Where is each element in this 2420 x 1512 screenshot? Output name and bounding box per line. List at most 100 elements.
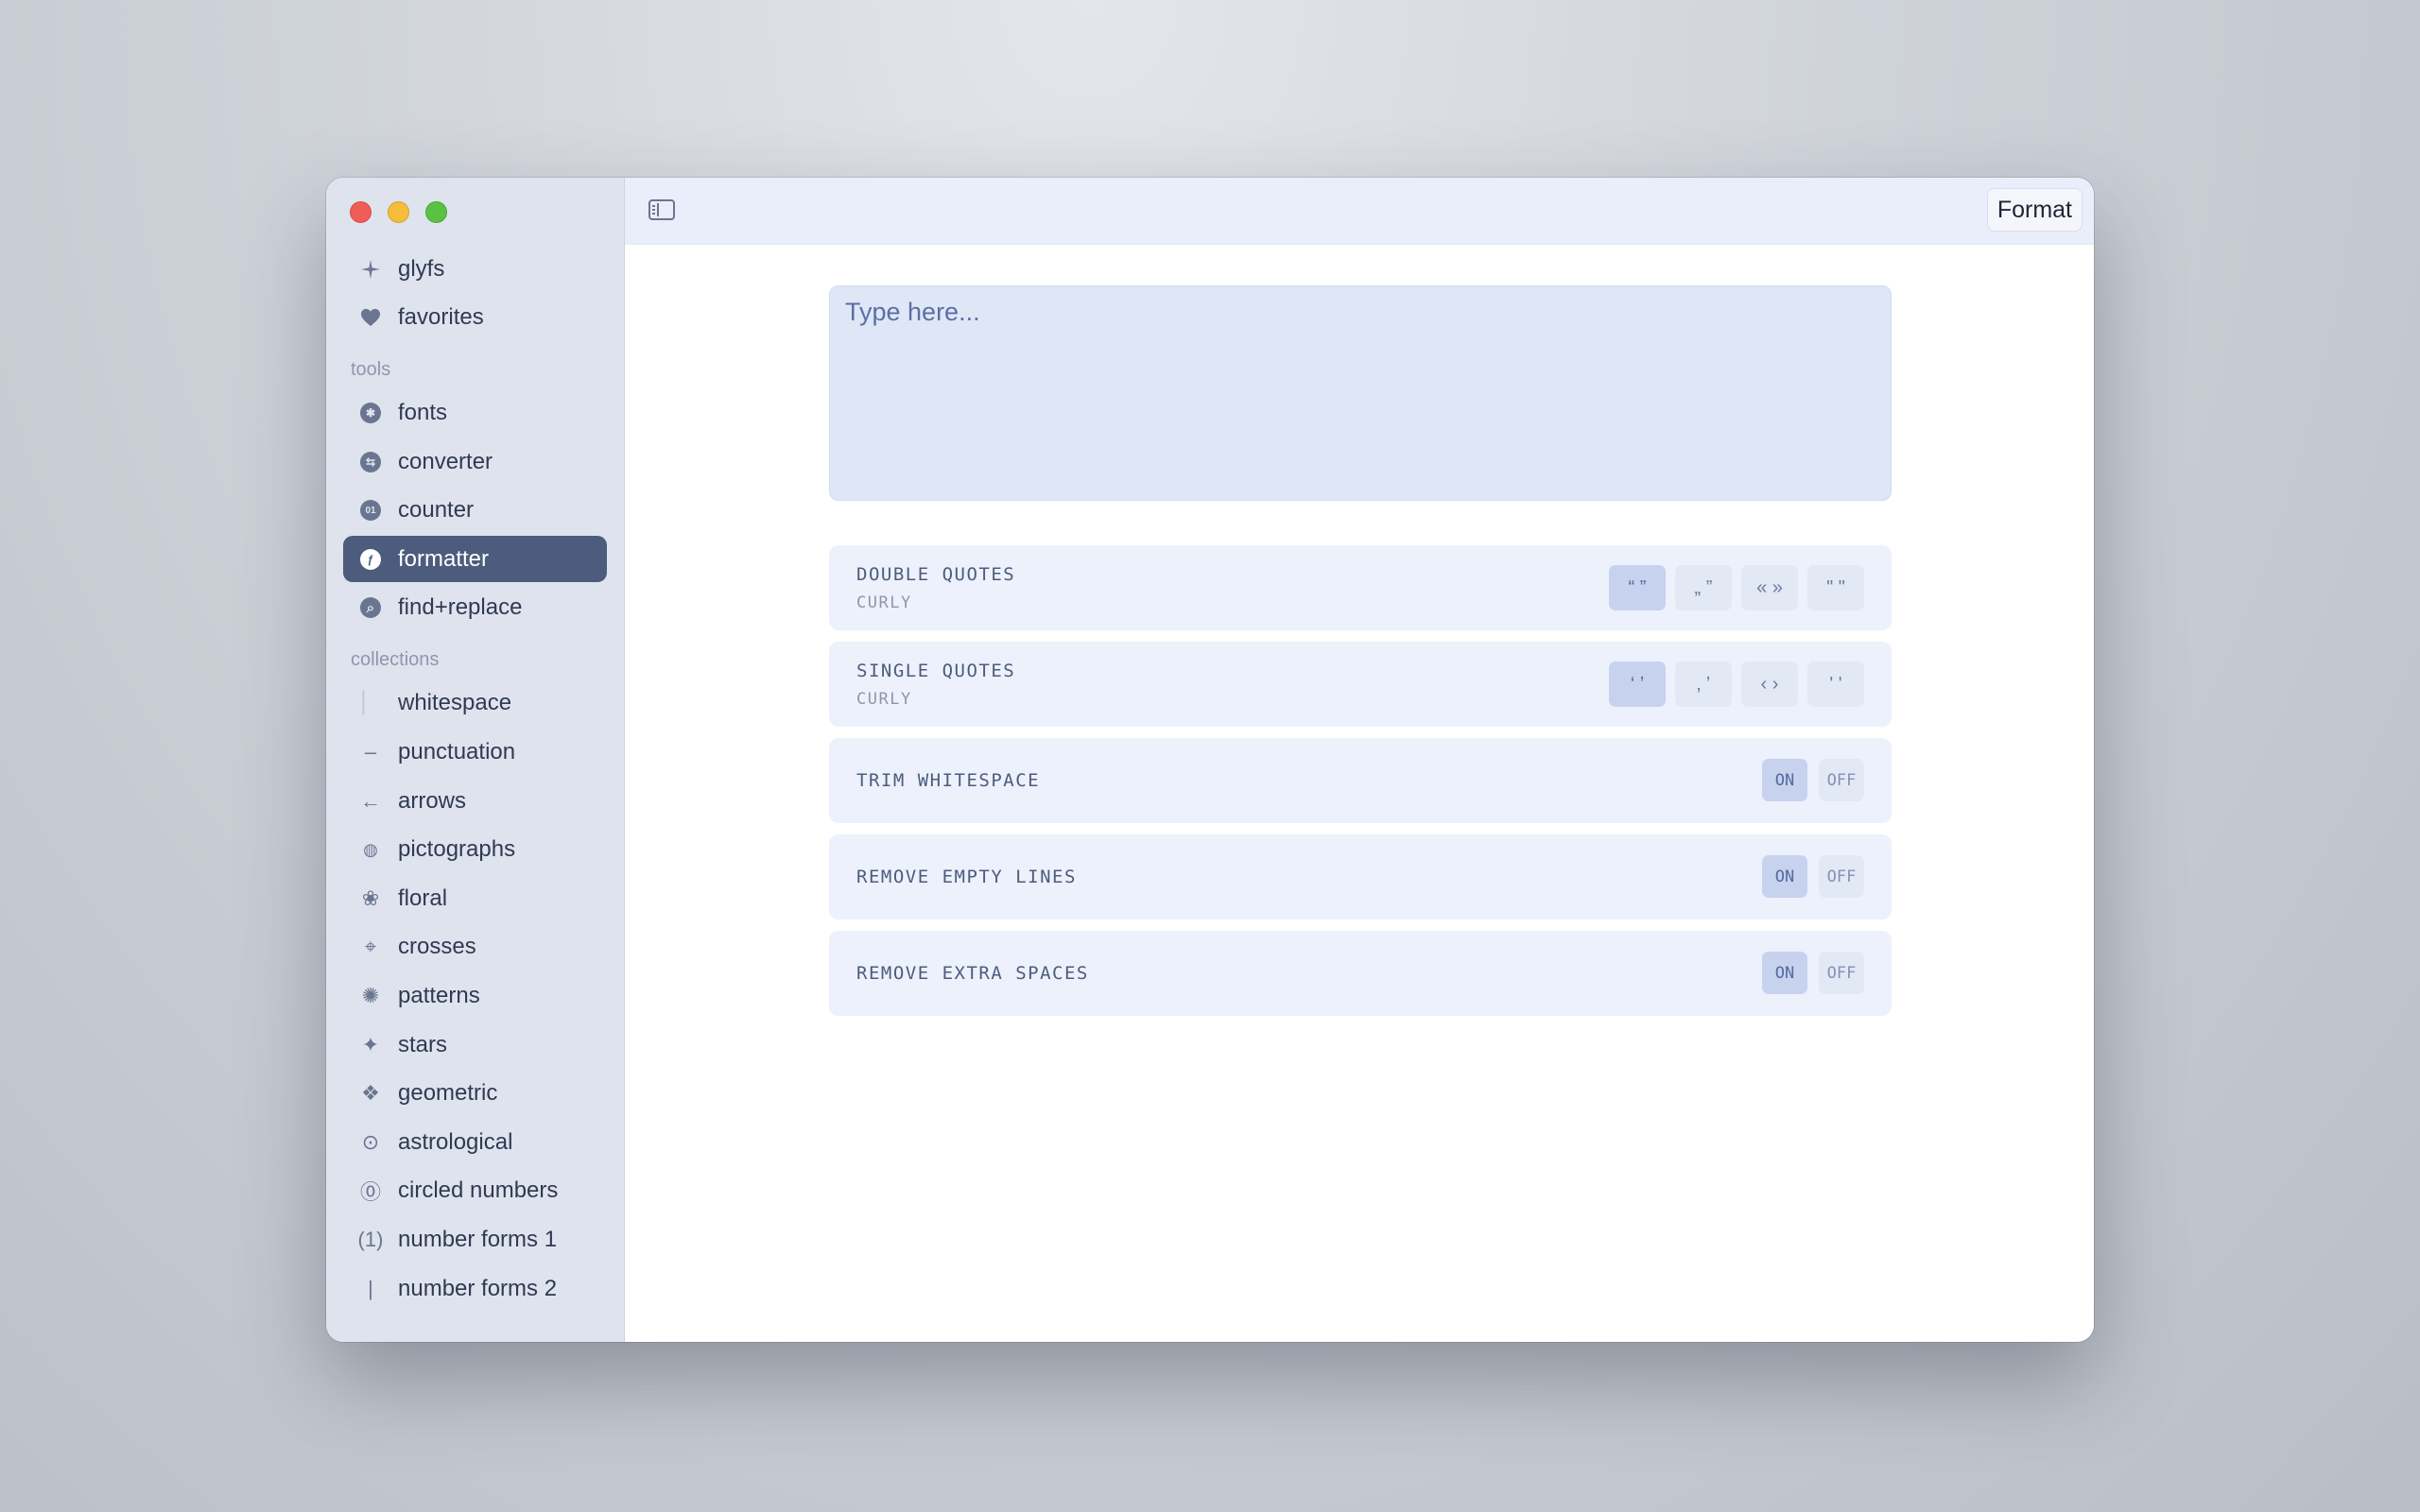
swap-circle-icon: ⇆ <box>343 451 398 472</box>
sidebar-item-formatter[interactable]: ƒ formatter <box>343 536 607 583</box>
f-circle-icon: ƒ <box>343 548 398 570</box>
sidebar-item-floral[interactable]: ❀ floral <box>343 875 607 921</box>
sidebar-item-number-forms-2[interactable]: | number forms 2 <box>343 1265 607 1312</box>
trim-whitespace-on[interactable]: ON <box>1762 759 1807 801</box>
formatter-content: DOUBLE QUOTES CURLY “ ” „ ” « » " " SING… <box>829 285 1892 1027</box>
sidebar-item-patterns[interactable]: ✺ patterns <box>343 973 607 1020</box>
double-quote-option-curly[interactable]: “ ” <box>1609 565 1666 610</box>
sidebar-item-label: whitespace <box>398 690 512 716</box>
asterisk-circle-icon: ✱ <box>343 403 398 424</box>
sidebar-item-label: astrological <box>398 1128 513 1155</box>
main-panel: Format DOUBLE QUOTES CURLY “ ” „ ” « » "… <box>625 178 2094 1342</box>
flower-icon: ❀ <box>361 885 380 910</box>
arrow-left-icon: ← <box>360 788 381 813</box>
app-window: glyfs favorites tools ✱ fonts ⇆ converte… <box>326 178 2094 1342</box>
double-quotes-subtitle: CURLY <box>856 593 912 612</box>
sidebar-item-label: stars <box>398 1031 448 1057</box>
sidebar-toggle-icon[interactable] <box>648 199 675 220</box>
remove-empty-lines-on[interactable]: ON <box>1762 855 1807 898</box>
sidebar-item-converter[interactable]: ⇆ converter <box>343 438 607 485</box>
sidebar-item-arrows[interactable]: ← arrows <box>343 778 607 824</box>
double-quote-option-low[interactable]: „ ” <box>1675 565 1732 610</box>
remove-empty-lines-off[interactable]: OFF <box>1819 855 1864 898</box>
format-button[interactable]: Format <box>1986 188 2083 232</box>
single-quotes-choices: ‘ ’ ‚ ’ ‹ › ' ' <box>1609 662 1864 707</box>
sidebar-item-astrological[interactable]: ⊙ astrological <box>343 1119 607 1165</box>
dash-icon: – <box>364 740 377 765</box>
section-label-tools: tools <box>351 358 391 380</box>
circled-zero-icon: ⓪ <box>359 1180 381 1205</box>
single-quotes-row: SINGLE QUOTES CURLY ‘ ’ ‚ ’ ‹ › ' ' <box>829 642 1892 727</box>
sidebar-item-label: punctuation <box>398 739 516 765</box>
sidebar-item-geometric[interactable]: ❖ geometric <box>343 1071 607 1117</box>
sidebar-item-label: counter <box>398 497 475 524</box>
remove-extra-spaces-toggle: ON OFF <box>1762 952 1864 994</box>
remove-empty-lines-title: REMOVE EMPTY LINES <box>856 867 1077 887</box>
sidebar-item-label: favorites <box>398 304 484 331</box>
double-quotes-row: DOUBLE QUOTES CURLY “ ” „ ” « » " " <box>829 545 1892 630</box>
cross-icon: ⌖ <box>364 935 377 959</box>
sidebar-item-label: pictographs <box>398 836 516 863</box>
sidebar-item-favorites[interactable]: favorites <box>343 295 607 341</box>
remove-extra-spaces-off[interactable]: OFF <box>1819 952 1864 994</box>
window-controls <box>350 201 447 223</box>
sidebar-item-fonts[interactable]: ✱ fonts <box>343 390 607 437</box>
remove-extra-spaces-row: REMOVE EXTRA SPACES ON OFF <box>829 931 1892 1016</box>
number-circle-icon: 01 <box>343 500 398 522</box>
sidebar-item-punctuation[interactable]: – punctuation <box>343 730 607 776</box>
sidebar-item-find-replace[interactable]: ⌕ find+replace <box>343 585 607 631</box>
sidebar-item-label: number forms 1 <box>398 1227 558 1252</box>
close-button[interactable] <box>350 201 372 223</box>
sidebar-item-label: crosses <box>398 934 476 960</box>
sidebar-item-label: arrows <box>398 787 467 814</box>
sidebar-nav: glyfs favorites tools ✱ fonts ⇆ converte… <box>343 246 607 1314</box>
single-quote-option-curly[interactable]: ‘ ’ <box>1609 662 1666 707</box>
remove-empty-lines-row: REMOVE EMPTY LINES ON OFF <box>829 834 1892 919</box>
trim-whitespace-title: TRIM WHITESPACE <box>856 770 1041 791</box>
double-quotes-choices: “ ” „ ” « » " " <box>1609 565 1864 610</box>
whitespace-icon: ▏ <box>362 691 379 715</box>
heart-icon <box>343 308 398 327</box>
sidebar: glyfs favorites tools ✱ fonts ⇆ converte… <box>326 178 625 1342</box>
roman-one-icon: | <box>368 1276 373 1300</box>
text-input[interactable] <box>829 285 1892 501</box>
single-quotes-title: SINGLE QUOTES <box>856 660 1016 681</box>
section-label-collections: collections <box>351 648 440 670</box>
toolbar: Format <box>625 178 2094 245</box>
double-quote-option-straight[interactable]: " " <box>1807 565 1864 610</box>
remove-empty-lines-toggle: ON OFF <box>1762 855 1864 898</box>
remove-extra-spaces-title: REMOVE EXTRA SPACES <box>856 963 1089 984</box>
sidebar-item-label: number forms 2 <box>398 1275 558 1301</box>
sidebar-item-glyfs[interactable]: glyfs <box>343 246 607 292</box>
sun-symbol-icon: ⊙ <box>361 1129 380 1154</box>
sidebar-item-label: formatter <box>398 545 490 572</box>
single-quote-option-straight[interactable]: ' ' <box>1807 662 1864 707</box>
sidebar-item-whitespace[interactable]: ▏ whitespace <box>343 680 607 727</box>
sidebar-item-stars[interactable]: ✦ stars <box>343 1022 607 1068</box>
sidebar-item-label: find+replace <box>398 594 523 621</box>
sidebar-item-label: glyfs <box>398 255 445 282</box>
sidebar-item-label: patterns <box>398 983 480 1009</box>
double-quote-option-guillemets[interactable]: « » <box>1741 565 1798 610</box>
zoom-button[interactable] <box>425 201 447 223</box>
sidebar-item-number-forms-1[interactable]: (1) number forms 1 <box>343 1217 607 1263</box>
single-quotes-subtitle: CURLY <box>856 689 912 709</box>
trim-whitespace-off[interactable]: OFF <box>1819 759 1864 801</box>
parenthesized-one-icon: (1) <box>357 1228 384 1251</box>
sidebar-item-counter[interactable]: 01 counter <box>343 488 607 534</box>
minimize-button[interactable] <box>388 201 409 223</box>
trim-whitespace-row: TRIM WHITESPACE ON OFF <box>829 738 1892 823</box>
options-list: DOUBLE QUOTES CURLY “ ” „ ” « » " " SING… <box>829 545 1892 1016</box>
trim-whitespace-toggle: ON OFF <box>1762 759 1864 801</box>
sidebar-item-circled-numbers[interactable]: ⓪ circled numbers <box>343 1168 607 1214</box>
sidebar-item-pictographs[interactable]: ◍ pictographs <box>343 827 607 873</box>
sidebar-item-label: geometric <box>398 1080 498 1107</box>
sidebar-item-crosses[interactable]: ⌖ crosses <box>343 924 607 971</box>
single-quote-option-low[interactable]: ‚ ’ <box>1675 662 1732 707</box>
sidebar-item-label: fonts <box>398 400 448 426</box>
remove-extra-spaces-on[interactable]: ON <box>1762 952 1807 994</box>
double-quotes-title: DOUBLE QUOTES <box>856 563 1016 585</box>
geometric-icon: ❖ <box>361 1081 380 1106</box>
single-quote-option-guillemets[interactable]: ‹ › <box>1741 662 1798 707</box>
sidebar-item-label: converter <box>398 448 493 474</box>
